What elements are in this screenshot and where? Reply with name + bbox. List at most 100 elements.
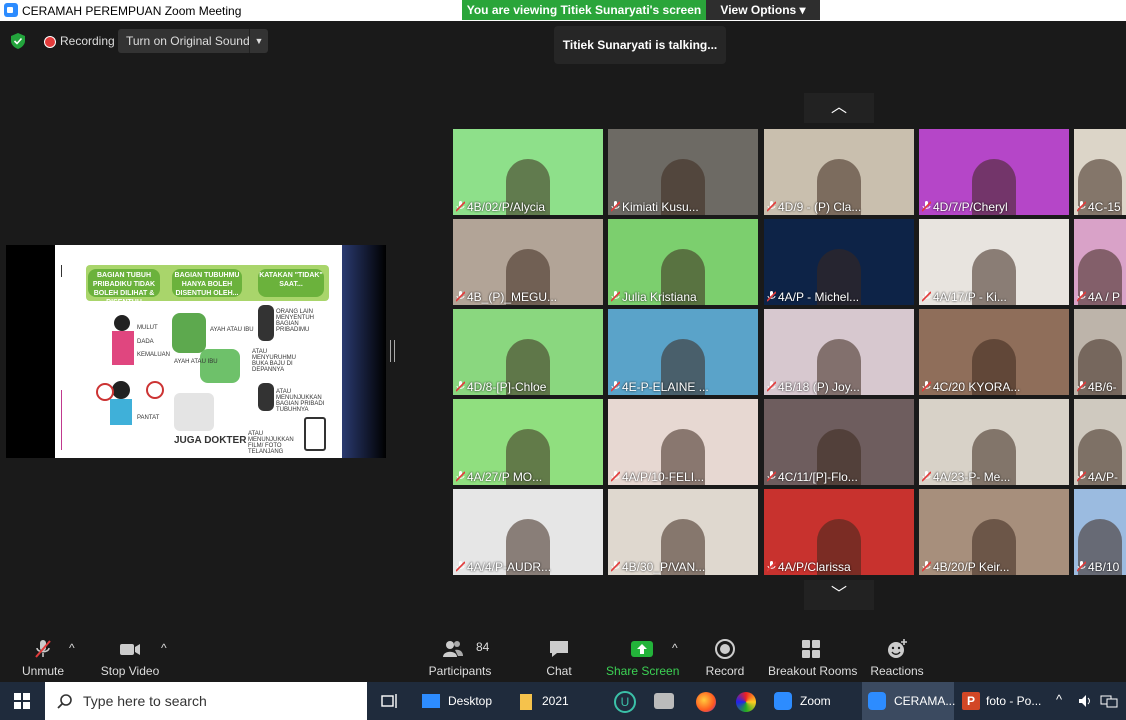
task-view-icon[interactable]	[381, 693, 399, 709]
unmute-label: Unmute	[21, 664, 65, 678]
taskbar-ceramah[interactable]: CERAMA...	[862, 682, 956, 720]
windows-start-icon[interactable]	[14, 693, 30, 709]
gallery-next-button[interactable]: ﹀	[804, 580, 874, 610]
participant-tile[interactable]: Julia Kristiana	[608, 219, 758, 305]
participants-label: Participants	[428, 664, 492, 678]
unmute-button[interactable]: Unmute	[15, 634, 71, 682]
taskbar-app-printer[interactable]	[652, 682, 676, 720]
chevron-up-icon[interactable]: ^	[1056, 692, 1062, 707]
participant-name: 4D/7/P/Cheryl	[933, 200, 1008, 214]
slide-bubble-2: BAGIAN TUBUHMU HANYA BOLEH DISENTUH OLEH…	[172, 269, 242, 297]
chevron-down-icon: ▾	[799, 3, 806, 17]
slide-note-mulut: MULUT	[137, 325, 158, 331]
participant-name: 4A/P/10-FELI...	[622, 470, 705, 484]
panel-resize-handle[interactable]	[390, 340, 395, 362]
speaker-icon[interactable]	[1078, 694, 1094, 708]
taskbar-firefox[interactable]	[694, 682, 718, 720]
child-boy-body	[110, 399, 132, 425]
participant-tile[interactable]: 4E-P-ELAINE ...	[608, 309, 758, 395]
folder-icon	[520, 694, 532, 710]
participant-tile[interactable]: 4A/P-	[1074, 399, 1126, 485]
slide-note-show: ATAU MENUNJUKKAN BAGIAN PRIBADI TUBUHNYA	[276, 389, 325, 413]
folder-label: 2021	[542, 694, 569, 708]
participants-button[interactable]: 84 Participants	[428, 634, 492, 682]
participant-name: 4C/11/[P]-Flo...	[778, 470, 858, 484]
chat-label: Chat	[546, 664, 572, 678]
view-options-button[interactable]: View Options ▾	[706, 0, 820, 20]
participant-tile[interactable]: 4A/P/Clarissa	[764, 489, 914, 575]
participant-tile[interactable]: 4B/02/P/Alycia	[453, 129, 603, 215]
app-icon	[736, 692, 756, 712]
participant-name: 4B/02/P/Alycia	[467, 200, 546, 214]
participant-tile[interactable]: 4D/7/P/Cheryl	[919, 129, 1069, 215]
taskbar-desktop[interactable]: Desktop	[414, 682, 504, 720]
participants-icon	[443, 641, 463, 657]
share-screen-label: Share Screen	[606, 664, 680, 678]
participant-tile[interactable]: 4A/27/P MO...	[453, 399, 603, 485]
participant-tile[interactable]: 4B/6-	[1074, 309, 1126, 395]
participant-tile[interactable]: 4B/18 (P) Joy...	[764, 309, 914, 395]
participant-tile[interactable]: 4C/20 KYORA...	[919, 309, 1069, 395]
participant-tile[interactable]: 4C/11/[P]-Flo...	[764, 399, 914, 485]
chevron-down-icon[interactable]: ▼	[249, 29, 268, 53]
participant-tile[interactable]: 4A/23-P- Me...	[919, 399, 1069, 485]
participant-name: 4A/17/P - Ki...	[933, 290, 1007, 304]
doctor-figure	[174, 393, 214, 431]
slide-note-dada: DADA	[137, 339, 154, 345]
network-icon[interactable]	[1100, 694, 1118, 708]
participant-tile[interactable]: 4A/P/10-FELI...	[608, 399, 758, 485]
participant-name: Julia Kristiana	[622, 290, 697, 304]
child-girl-figure	[114, 315, 130, 331]
participant-tile[interactable]: 4D/8-[P]-Chloe	[453, 309, 603, 395]
participant-tile[interactable]: 4B/30_P/VAN...	[608, 489, 758, 575]
stranger-figure	[258, 305, 274, 341]
taskbar-search[interactable]: Type here to search	[45, 682, 367, 720]
taskbar-zoom[interactable]: Zoom	[768, 682, 852, 720]
participant-name: 4C-15	[1088, 200, 1121, 214]
participant-tile[interactable]: 4C-15	[1074, 129, 1126, 215]
reactions-button[interactable]: Reactions	[870, 634, 924, 682]
participant-name: 4A/4/P-AUDR...	[467, 560, 552, 574]
parent-figure	[200, 349, 240, 383]
desktop-label: Desktop	[448, 694, 493, 708]
child-boy-figure	[112, 381, 130, 399]
participant-tile[interactable]: 4A / P	[1074, 219, 1126, 305]
taskbar-folder[interactable]: 2021	[512, 682, 594, 720]
original-sound-button[interactable]: Turn on Original Sound ▼	[118, 29, 268, 53]
participant-name: 4D/8-[P]-Chloe	[467, 380, 547, 394]
participant-tile[interactable]: 4B/10	[1074, 489, 1126, 575]
record-button[interactable]: Record	[702, 634, 748, 682]
participant-tile[interactable]: 4A/4/P-AUDR...	[453, 489, 603, 575]
shield-icon[interactable]	[11, 33, 25, 49]
chat-button[interactable]: Chat	[540, 634, 578, 682]
ceramah-label: CERAMA...	[894, 694, 956, 708]
chat-icon	[550, 641, 568, 657]
share-screen-button[interactable]: Share Screen	[606, 634, 680, 682]
recording-icon	[44, 36, 56, 48]
taskbar-app-u[interactable]: U	[612, 682, 636, 720]
participant-name: 4B/6-	[1088, 380, 1117, 394]
window-title: CERAMAH PEREMPUAN Zoom Meeting	[22, 4, 242, 18]
participant-name: Kimiati Kusu...	[622, 200, 699, 214]
share-screen-icon	[631, 641, 653, 657]
participant-tile[interactable]: 4B_(P)_MEGU...	[453, 219, 603, 305]
participant-tile[interactable]: Kimiati Kusu...	[608, 129, 758, 215]
taskbar-powerpoint[interactable]: P foto - Po...	[958, 682, 1050, 720]
participant-name: 4A/P-	[1088, 470, 1119, 484]
slide-note-parent-1: AYAH ATAU IBU	[210, 327, 254, 333]
slide-note-pantat: PANTAT	[137, 415, 160, 421]
record-icon	[715, 639, 735, 659]
slide-content: BAGIAN TUBUH PRIBADIKU TIDAK BOLEH DILIH…	[62, 245, 342, 458]
participant-tile[interactable]: 4A/17/P - Ki...	[919, 219, 1069, 305]
participant-tile[interactable]: 4D/9 - (P) Cla...	[764, 129, 914, 215]
breakout-rooms-button[interactable]: Breakout Rooms	[768, 634, 857, 682]
participant-tile[interactable]: 4B/20/P Keir...	[919, 489, 1069, 575]
no-sign-icon	[146, 381, 164, 399]
slide-note-kemaluan: KEMALUAN	[137, 352, 171, 358]
gallery-prev-button[interactable]: ︿	[804, 93, 874, 123]
participant-tile[interactable]: 4A/P - Michel...	[764, 219, 914, 305]
participant-name: 4C/20 KYORA...	[933, 380, 1021, 394]
record-label: Record	[705, 664, 745, 678]
stop-video-button[interactable]: Stop Video	[97, 634, 163, 682]
taskbar-app-colorful[interactable]	[734, 682, 758, 720]
